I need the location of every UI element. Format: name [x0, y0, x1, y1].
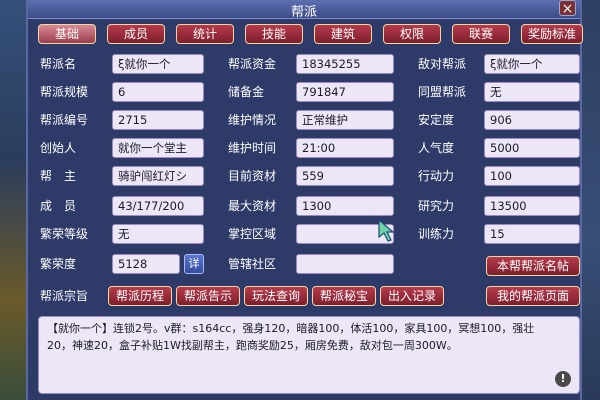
field-community [296, 254, 394, 274]
field-popularity: 5000 [484, 138, 580, 158]
label-prosperity: 繁荣度 [40, 257, 77, 271]
label-founder: 创始人 [40, 141, 77, 155]
prosperity-detail-button[interactable]: 详 [184, 254, 204, 274]
field-action-power: 100 [484, 166, 580, 186]
pointer-cursor-icon [378, 218, 395, 242]
tab-members[interactable]: 成员 [107, 24, 165, 44]
label-action-power: 行动力 [418, 169, 455, 183]
label-guild-scale: 帮派规模 [40, 85, 89, 99]
label-enemy-guild: 敌对帮派 [418, 57, 467, 71]
field-prosperity: 5128 [112, 254, 180, 274]
field-guild-funds: 18345255 [296, 54, 394, 74]
label-maintenance-time: 维护时间 [228, 141, 277, 155]
close-icon[interactable]: × [559, 0, 576, 17]
tab-reward-standard[interactable]: 奖励标准 [521, 24, 583, 44]
label-training-power: 训练力 [418, 227, 455, 241]
label-popularity: 人气度 [418, 141, 455, 155]
guild-history-button[interactable]: 帮派历程 [108, 286, 172, 306]
field-guild-id: 2715 [112, 110, 204, 130]
label-controlled-area: 掌控区域 [228, 227, 277, 241]
field-current-materials: 559 [296, 166, 394, 186]
label-guild-name: 帮派名 [40, 57, 77, 71]
field-stability: 906 [484, 110, 580, 130]
label-current-materials: 目前资材 [228, 169, 277, 183]
field-research-power: 13500 [484, 196, 580, 216]
tab-basic[interactable]: 基础 [38, 24, 96, 44]
field-guild-scale: 6 [112, 82, 204, 102]
tab-buildings[interactable]: 建筑 [314, 24, 372, 44]
guild-tenet-content: 【就你一个】连锁2号。v群：s164cc，强身120，暗器100，体活100，家… [47, 322, 535, 352]
field-members: 43/177/200 [112, 196, 204, 216]
window-title: 帮派 [290, 5, 317, 20]
guild-notice-button[interactable]: 帮派告示 [176, 286, 240, 306]
label-allied-guild: 同盟帮派 [418, 85, 467, 99]
label-community: 管辖社区 [228, 257, 277, 271]
tab-stats[interactable]: 统计 [176, 24, 234, 44]
label-leader: 帮 主 [40, 169, 77, 183]
label-max-materials: 最大资材 [228, 199, 277, 213]
label-maintenance: 维护情况 [228, 113, 277, 127]
info-icon[interactable]: ! [555, 371, 571, 387]
tab-league[interactable]: 联赛 [452, 24, 510, 44]
field-maintenance: 正常维护 [296, 110, 394, 130]
gameplay-query-button[interactable]: 玩法查询 [244, 286, 308, 306]
label-guild-tenet: 帮派宗旨 [40, 289, 89, 303]
label-guild-funds: 帮派资金 [228, 57, 277, 71]
field-reserve: 791847 [296, 82, 394, 102]
field-guild-name: ξ就你一个 [112, 54, 204, 74]
field-leader: 骑驴闯红灯シ [112, 166, 204, 186]
field-max-materials: 1300 [296, 196, 394, 216]
guild-panel: 帮派 × 基础 成员 统计 技能 建筑 权限 联赛 奖励标准 帮派名 ξ就你一个… [26, 0, 583, 400]
field-prosperity-level: 无 [112, 224, 204, 244]
guild-tenet-text[interactable]: 【就你一个】连锁2号。v群：s164cc，强身120，暗器100，体活100，家… [38, 316, 580, 394]
access-log-button[interactable]: 出入记录 [380, 286, 444, 306]
field-founder: 就你一个堂主 [112, 138, 204, 158]
my-guild-page-button[interactable]: 我的帮派页面 [486, 286, 580, 306]
label-research-power: 研究力 [418, 199, 455, 213]
tab-permissions[interactable]: 权限 [383, 24, 441, 44]
label-prosperity-level: 繁荣等级 [40, 227, 89, 241]
field-training-power: 15 [484, 224, 580, 244]
label-members: 成 员 [40, 199, 77, 213]
tab-skills[interactable]: 技能 [245, 24, 303, 44]
field-allied-guild: 无 [484, 82, 580, 102]
label-stability: 安定度 [418, 113, 455, 127]
guild-treasure-button[interactable]: 帮派秘宝 [312, 286, 376, 306]
guild-name-card-button[interactable]: 本帮帮派名帖 [486, 256, 580, 276]
label-guild-id: 帮派编号 [40, 113, 89, 127]
title-bar: 帮派 × [28, 0, 580, 20]
field-maintenance-time: 21:00 [296, 138, 394, 158]
field-enemy-guild: ξ就你一个 [484, 54, 580, 74]
label-reserve: 储备金 [228, 85, 265, 99]
